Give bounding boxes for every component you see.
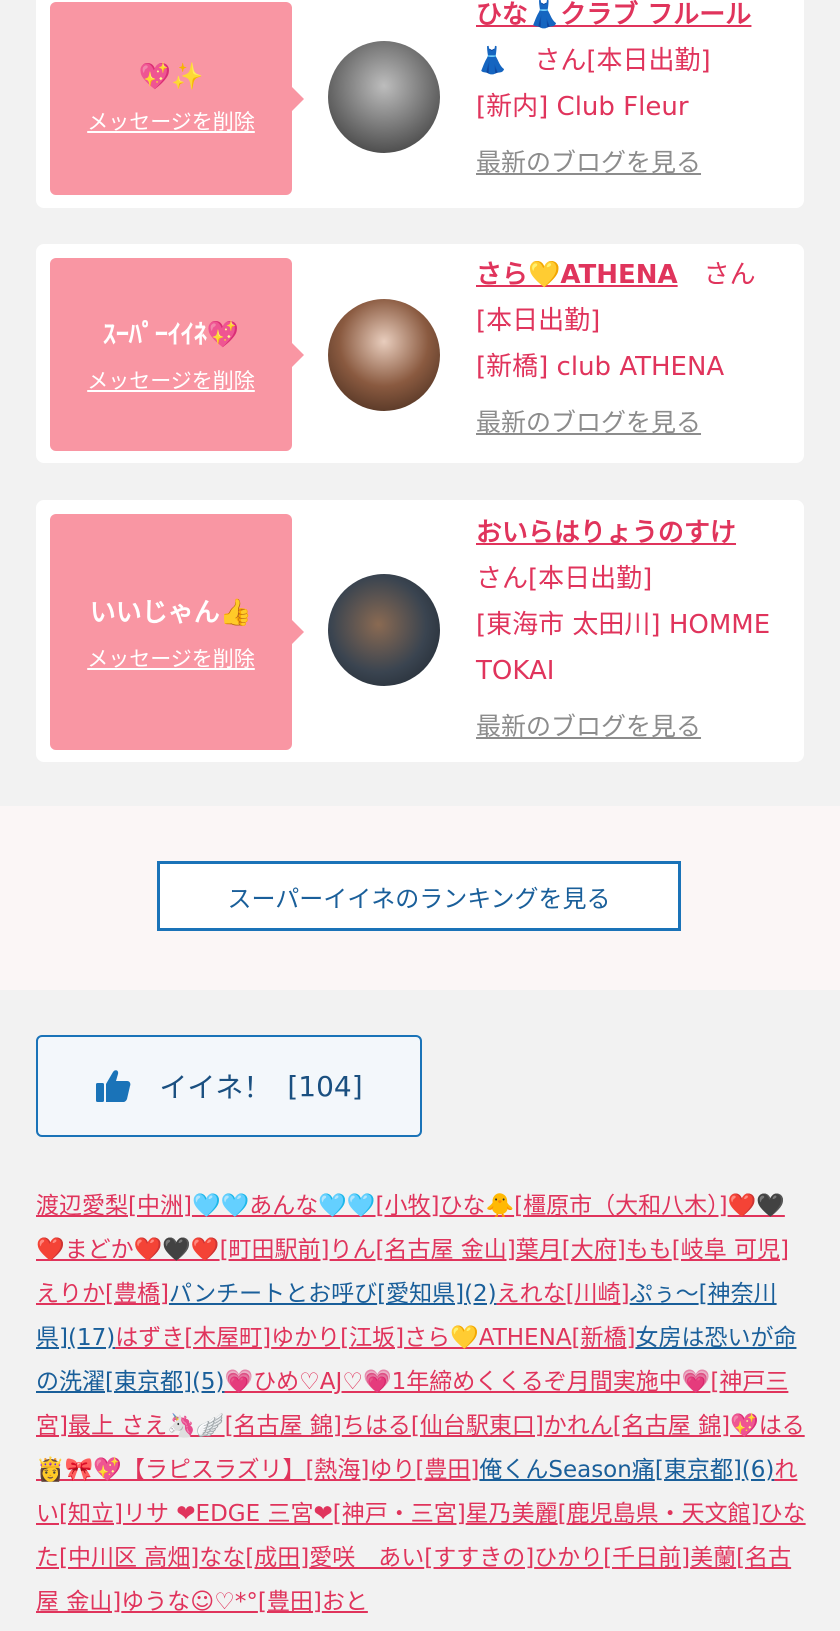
liked-by-link[interactable]: [神戸・三宮] [333, 1501, 466, 1527]
liked-by-link[interactable]: [大府] [562, 1237, 626, 1263]
message-box: 💖✨ メッセージを削除 [50, 2, 304, 195]
liked-by-link[interactable]: [橿原市（大和八木）] [514, 1193, 727, 1219]
like-count: [104] [287, 1069, 363, 1103]
ranking-section: スーパーイイネのランキングを見る [0, 806, 840, 990]
avatar[interactable] [328, 574, 440, 686]
liked-by-link[interactable]: リサ ❤EDGE 三宮❤ [123, 1501, 333, 1527]
delete-message-link[interactable]: メッセージを削除 [87, 643, 255, 673]
liked-by-link[interactable]: [東京都] [655, 1457, 742, 1483]
liked-by-link[interactable]: [小牧] [376, 1193, 440, 1219]
liked-by-link[interactable]: [豊田] [415, 1457, 479, 1483]
liked-by-link[interactable]: [鹿児島県・天文館] [558, 1501, 760, 1527]
blog-link[interactable]: 最新のブログを見る [476, 400, 786, 446]
cast-suffix: 👗 さん[本日出勤] [476, 46, 711, 76]
message-text: 💖✨ [138, 61, 204, 92]
liked-by-link[interactable]: なな [199, 1545, 245, 1571]
cast-status: [本日出勤] [476, 306, 601, 336]
thumbs-up-icon [96, 1070, 131, 1102]
liked-by-link[interactable]: 最上 さえ🦄🪽 [68, 1413, 225, 1439]
liked-by-link[interactable]: [江坂] [340, 1325, 404, 1351]
liked-by-link[interactable]: (6) [742, 1457, 775, 1483]
like-label: イイネ！ [159, 1071, 272, 1104]
liked-by-link[interactable]: [名古屋 錦] [613, 1413, 730, 1439]
cast-suffix: さん[本日出勤] [476, 564, 653, 594]
like-button[interactable]: イイネ！ [104] [36, 1035, 422, 1137]
blog-link[interactable]: 最新のブログを見る [476, 704, 786, 750]
liked-by-link[interactable]: さら💛ATHENA [404, 1325, 571, 1351]
avatar[interactable] [328, 299, 440, 411]
liked-by-link[interactable]: 星乃美麗 [466, 1501, 558, 1527]
liked-by-link[interactable]: [新橋] [572, 1325, 636, 1351]
liked-by-link[interactable]: [名古屋 錦] [225, 1413, 342, 1439]
liked-by-link[interactable]: えりか [36, 1281, 105, 1307]
liked-by-link[interactable]: 💗ひめ♡AJ♡💗1年締めくくるぞ月間実施中💗 [225, 1369, 711, 1395]
liked-by-link[interactable]: [町田駅前] [220, 1237, 330, 1263]
liked-by-link[interactable]: (2) [464, 1281, 497, 1307]
liked-by-link[interactable]: [岐阜 可児] [672, 1237, 789, 1263]
message-box: ｽｰﾊﾟｰｲｲﾈ💖 メッセージを削除 [50, 258, 304, 451]
liked-by-link[interactable]: 俺くんSeason痛 [479, 1457, 654, 1483]
liked-by-link[interactable]: ゆうな☺︎♡*° [121, 1589, 258, 1615]
liked-by-link[interactable]: えれな [497, 1281, 566, 1307]
super-like-card: いいじゃん👍 メッセージを削除 おいらはりょうのすけ さん[本日出勤] [東海市… [36, 500, 804, 762]
liked-by-link[interactable]: [仙台駅東口] [411, 1413, 544, 1439]
liked-by-link[interactable]: [川崎] [566, 1281, 630, 1307]
liked-by-link[interactable]: 🩵🩵あんな🩵🩵 [192, 1193, 376, 1219]
liked-by-link[interactable]: [愛知県] [377, 1281, 464, 1307]
liked-by-link[interactable]: 渡辺愛梨 [36, 1193, 128, 1219]
liked-by-list: 渡辺愛梨[中洲]🩵🩵あんな🩵🩵[小牧]ひな🐥[橿原市（大和八木）]❤️🖤❤️まど… [36, 1184, 806, 1624]
liked-by-link[interactable]: りん [330, 1237, 376, 1263]
store-name: [新内] Club Fleur [476, 92, 689, 122]
super-like-card: 💖✨ メッセージを削除 ひな👗クラブ フルール 👗 さん[本日出勤] [新内] … [36, 0, 804, 208]
liked-by-link[interactable]: [すすきの] [424, 1545, 534, 1571]
message-box: いいじゃん👍 メッセージを削除 [50, 514, 304, 750]
liked-by-link[interactable]: もも [626, 1237, 672, 1263]
liked-by-link[interactable]: [成田] [245, 1545, 309, 1571]
message-text: ｽｰﾊﾟｰｲｲﾈ💖 [102, 320, 240, 350]
liked-by-link[interactable]: (5) [192, 1369, 225, 1395]
liked-by-link[interactable]: ゆり [369, 1457, 415, 1483]
liked-by-link[interactable]: [熱海] [305, 1457, 369, 1483]
liked-by-link[interactable]: 愛咲 あい [309, 1545, 424, 1571]
delete-message-link[interactable]: メッセージを削除 [87, 106, 255, 136]
cast-info: さら💛ATHENA さん [本日出勤] [新橋] club ATHENA 最新の… [476, 252, 786, 446]
liked-by-link[interactable]: 葉月 [516, 1237, 562, 1263]
cast-info: おいらはりょうのすけ さん[本日出勤] [東海市 太田川] HOMME TOKA… [476, 510, 786, 750]
liked-by-link[interactable]: ひかり [534, 1545, 603, 1571]
liked-by-link[interactable]: [千日前] [603, 1545, 690, 1571]
liked-by-link[interactable]: (17) [68, 1325, 115, 1351]
liked-by-link[interactable]: ちはる [342, 1413, 411, 1439]
liked-by-link[interactable]: ひな🐥 [439, 1193, 514, 1219]
message-text: いいじゃん👍 [89, 597, 253, 628]
blog-link[interactable]: 最新のブログを見る [476, 140, 786, 186]
super-like-ranking-button[interactable]: スーパーイイネのランキングを見る [157, 861, 681, 931]
store-name: [新橋] club ATHENA [476, 352, 725, 382]
liked-by-link[interactable]: ゆかり [271, 1325, 340, 1351]
liked-by-link[interactable]: ぷぅ〜 [630, 1281, 699, 1307]
liked-by-link[interactable]: はずき [115, 1325, 184, 1351]
liked-by-link[interactable]: [名古屋 金山] [376, 1237, 516, 1263]
liked-by-link[interactable]: パンチートとお呼び [169, 1281, 377, 1307]
liked-by-link[interactable]: [中洲] [128, 1193, 192, 1219]
store-name: [東海市 太田川] HOMME TOKAI [476, 610, 771, 686]
cast-name-link[interactable]: ひな👗クラブ フルール [476, 0, 751, 30]
liked-by-link[interactable]: かれん [544, 1413, 613, 1439]
liked-by-link[interactable]: おと [322, 1589, 368, 1615]
super-like-card: ｽｰﾊﾟｰｲｲﾈ💖 メッセージを削除 さら💛ATHENA さん [本日出勤] [… [36, 244, 804, 463]
liked-by-link[interactable]: [豊橋] [105, 1281, 169, 1307]
liked-by-link[interactable]: [木屋町] [184, 1325, 271, 1351]
liked-by-link[interactable]: [東京都] [105, 1369, 192, 1395]
liked-by-link[interactable]: [豊田] [258, 1589, 322, 1615]
cast-info: ひな👗クラブ フルール 👗 さん[本日出勤] [新内] Club Fleur 最… [476, 0, 786, 186]
cast-suffix: さん [677, 260, 756, 290]
liked-by-link[interactable]: 美蘭 [690, 1545, 736, 1571]
avatar[interactable] [328, 41, 440, 153]
cast-name-link[interactable]: さら💛ATHENA [476, 260, 678, 290]
delete-message-link[interactable]: メッセージを削除 [87, 365, 255, 395]
cast-name-link[interactable]: おいらはりょうのすけ [476, 518, 736, 548]
liked-by-link[interactable]: [知立] [59, 1501, 123, 1527]
liked-by-link[interactable]: [中川区 高畑] [59, 1545, 199, 1571]
